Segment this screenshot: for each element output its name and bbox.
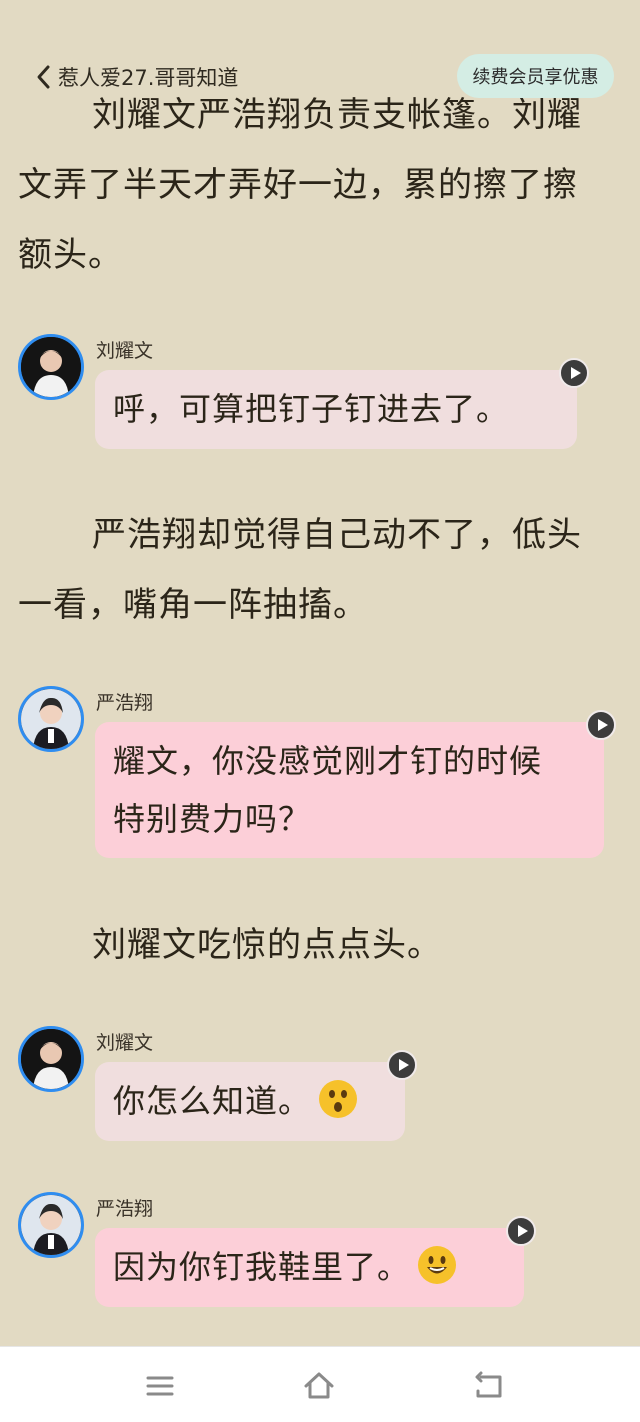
reader-page[interactable]: 刘耀文严浩翔负责支帐篷。刘耀 文弄了半天才弄好一边，累的擦了擦 额头。 刘耀文 … xyxy=(0,0,640,1346)
message-text-line-1: 耀文，你没感觉刚才钉的时候 xyxy=(113,742,543,780)
paragraph-1-line-3: 额头。 xyxy=(18,235,123,275)
paragraph-2: 严浩翔却觉得自己动不了，低头 一看，嘴角一阵抽搐。 xyxy=(18,500,618,640)
menu-icon[interactable] xyxy=(143,1369,177,1403)
avatar-liu-yaowen[interactable] xyxy=(18,334,84,400)
message-bubble[interactable]: 耀文，你没感觉刚才钉的时候 特别费力吗？ xyxy=(95,710,616,858)
avatar-image xyxy=(21,337,81,397)
paragraph-3: 刘耀文吃惊的点点头。 xyxy=(18,910,618,980)
message-text: 你怎么知道。 xyxy=(113,1082,312,1120)
play-audio-icon[interactable] xyxy=(387,1050,417,1080)
message-bubble[interactable]: 因为你钉我鞋里了。 xyxy=(95,1216,536,1307)
chat-message-1: 刘耀文 呼，可算把钉子钉进去了。 xyxy=(18,334,618,450)
avatar-image xyxy=(21,689,81,749)
message-text: 因为你钉我鞋里了。 xyxy=(113,1248,411,1286)
smiling-face-icon xyxy=(418,1246,457,1284)
speaker-name: 刘耀文 xyxy=(96,1032,154,1054)
avatar-image xyxy=(21,1195,81,1255)
play-audio-icon[interactable] xyxy=(506,1216,536,1246)
home-icon[interactable] xyxy=(302,1369,336,1403)
avatar-yan-haoxiang[interactable] xyxy=(18,1192,84,1258)
back-icon[interactable] xyxy=(472,1369,506,1403)
play-audio-icon[interactable] xyxy=(559,358,589,388)
chat-message-2: 严浩翔 耀文，你没感觉刚才钉的时候 特别费力吗？ xyxy=(18,686,618,862)
reader-header: 惹人爱27.哥哥知道 续费会员享优惠 xyxy=(0,52,640,102)
chat-message-3: 刘耀文 你怎么知道。 xyxy=(18,1026,618,1144)
message-bubble[interactable]: 你怎么知道。 xyxy=(95,1050,417,1141)
astonished-face-icon xyxy=(319,1080,358,1118)
paragraph-1-line-2: 文弄了半天才弄好一边，累的擦了擦 xyxy=(18,165,578,205)
paragraph-1: 刘耀文严浩翔负责支帐篷。刘耀 文弄了半天才弄好一边，累的擦了擦 额头。 xyxy=(18,80,618,290)
message-text: 呼，可算把钉子钉进去了。 xyxy=(113,390,510,428)
paragraph-2-line-2: 一看，嘴角一阵抽搐。 xyxy=(18,585,368,625)
chevron-left-icon[interactable] xyxy=(34,62,54,92)
speaker-name: 严浩翔 xyxy=(96,692,154,714)
paragraph-3-line-1: 刘耀文吃惊的点点头。 xyxy=(92,925,442,965)
paragraph-2-line-1: 严浩翔却觉得自己动不了，低头 xyxy=(92,515,582,555)
system-nav-bar xyxy=(0,1346,640,1422)
vip-renew-button[interactable]: 续费会员享优惠 xyxy=(457,54,614,98)
avatar-yan-haoxiang[interactable] xyxy=(18,686,84,752)
avatar-image xyxy=(21,1029,81,1089)
message-text-line-2: 特别费力吗？ xyxy=(113,800,312,838)
play-audio-icon[interactable] xyxy=(586,710,616,740)
chapter-title[interactable]: 惹人爱27.哥哥知道 xyxy=(58,62,238,92)
message-bubble[interactable]: 呼，可算把钉子钉进去了。 xyxy=(95,358,589,449)
speaker-name: 刘耀文 xyxy=(96,340,154,362)
chat-message-4: 严浩翔 因为你钉我鞋里了。 xyxy=(18,1192,618,1310)
speaker-name: 严浩翔 xyxy=(96,1198,154,1220)
avatar-liu-yaowen[interactable] xyxy=(18,1026,84,1092)
